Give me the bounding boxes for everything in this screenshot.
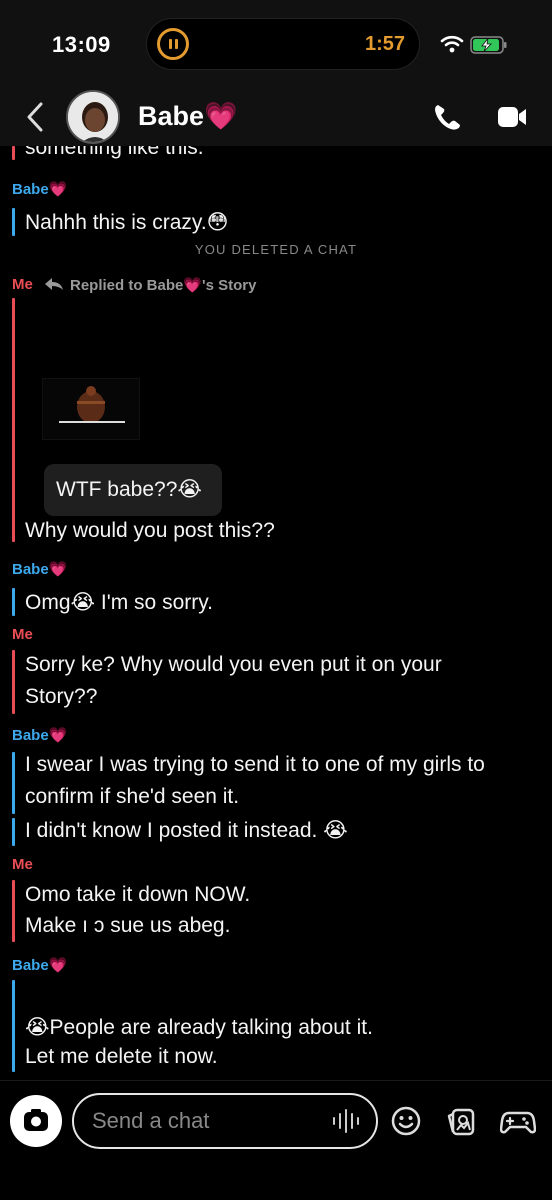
- deleted-chat-notice: YOU DELETED A CHAT: [194, 242, 358, 257]
- chat-messages[interactable]: something like this. Babe💗 Nahhh this is…: [0, 146, 552, 1080]
- sender-label-babe: Babe💗: [12, 561, 68, 578]
- contact-name[interactable]: Babe💗: [138, 100, 238, 132]
- status-time: 13:09: [52, 32, 111, 57]
- message-bar-me: [12, 880, 15, 942]
- chat-message[interactable]: Let me delete it now.: [25, 1045, 218, 1069]
- phone-icon[interactable]: [432, 102, 464, 132]
- message-bar-babe: [12, 818, 15, 846]
- avatar[interactable]: [66, 90, 120, 144]
- message-bar-me: [12, 146, 15, 160]
- emoji-icon[interactable]: [390, 1105, 422, 1137]
- chat-message[interactable]: Omg😭 I'm so sorry.: [25, 590, 213, 615]
- chat-message[interactable]: Sorry ke? Why would you even put it on y…: [25, 653, 442, 677]
- message-bar-me: [12, 650, 15, 714]
- game-icon[interactable]: [500, 1105, 536, 1137]
- sender-label-babe: Babe💗: [12, 957, 68, 974]
- story-caption-bubble: WTF babe??😭: [44, 464, 222, 516]
- message-bar-babe: [12, 588, 15, 616]
- chat-message[interactable]: 😭People are already talking about it.: [25, 1015, 373, 1040]
- chat-message[interactable]: Story??: [25, 685, 97, 709]
- wifi-icon: [440, 35, 464, 53]
- sticker-icon[interactable]: [446, 1105, 478, 1137]
- pause-icon[interactable]: [157, 28, 189, 60]
- chat-message[interactable]: Make ı ɔ sue us abeg.: [25, 914, 230, 938]
- voice-icon[interactable]: [330, 1107, 364, 1135]
- story-image-icon: [59, 386, 125, 423]
- chat-message[interactable]: something like this.: [25, 146, 204, 160]
- back-icon[interactable]: [24, 100, 46, 134]
- camera-button[interactable]: [10, 1095, 62, 1147]
- video-icon[interactable]: [496, 104, 528, 130]
- sender-label-babe: Babe💗: [12, 181, 68, 198]
- story-caption: WTF babe??😭: [56, 478, 202, 501]
- message-bar-babe: [12, 980, 15, 1072]
- message-bar-babe: [12, 752, 15, 814]
- story-thumbnail[interactable]: [42, 378, 140, 440]
- camera-icon: [24, 1109, 48, 1131]
- chat-message[interactable]: I swear I was trying to send it to one o…: [25, 753, 485, 777]
- status-bar: 13:09 1:57: [0, 0, 552, 92]
- sender-label-me: Me: [12, 856, 33, 873]
- chat-header: Babe💗: [0, 90, 552, 146]
- chat-message[interactable]: Nahhh this is crazy.😳: [25, 210, 229, 235]
- message-bar-babe: [12, 208, 15, 236]
- reply-icon: [45, 278, 63, 290]
- sender-label-babe: Babe💗: [12, 727, 68, 744]
- avatar-bitmoji-icon: [68, 92, 118, 142]
- chat-message[interactable]: Omo take it down NOW.: [25, 883, 250, 907]
- battery-charging-icon: [470, 36, 507, 54]
- sender-label-me: Me: [12, 626, 33, 643]
- chat-message[interactable]: confirm if she'd seen it.: [25, 785, 239, 809]
- composer-bar: [0, 1080, 552, 1200]
- chat-message[interactable]: I didn't know I posted it instead. 😭: [25, 818, 348, 843]
- replied-to-story-label[interactable]: Replied to Babe💗's Story: [70, 276, 256, 294]
- dynamic-island[interactable]: 1:57: [146, 18, 420, 70]
- message-bar-me: [12, 298, 15, 542]
- island-timer: 1:57: [364, 33, 405, 55]
- sender-label-me: Me: [12, 276, 33, 293]
- chat-message[interactable]: Why would you post this??: [25, 519, 275, 543]
